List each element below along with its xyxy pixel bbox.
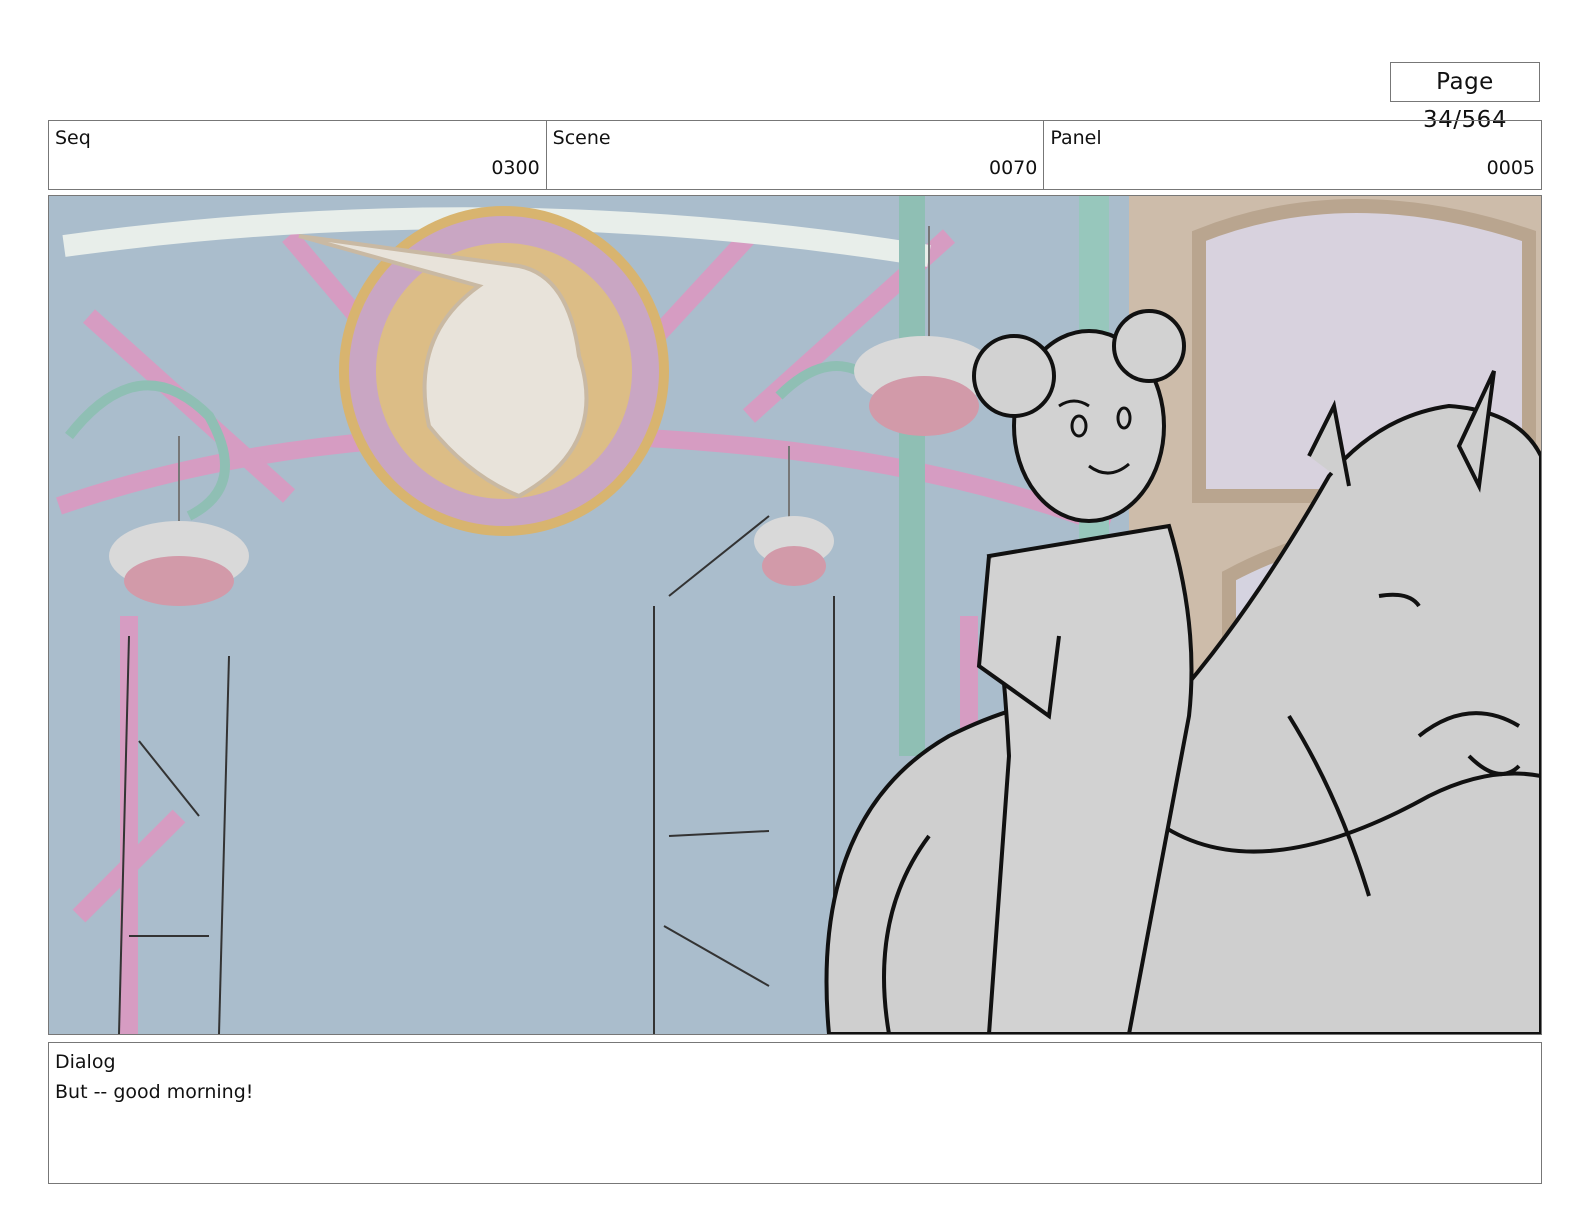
scene-label: Scene — [552, 127, 611, 149]
dialog-label: Dialog — [55, 1051, 116, 1073]
scene-value: 0070 — [988, 157, 1038, 179]
panel-value: 0005 — [1486, 157, 1536, 179]
dialog-text: But -- good morning! — [55, 1081, 254, 1103]
hair-bun-left — [972, 334, 1056, 418]
storyboard-panel — [48, 195, 1542, 1035]
seq-cell: Seq 0300 — [49, 121, 547, 189]
storyboard-drawing — [49, 196, 1541, 1034]
scene-cell: Scene 0070 — [547, 121, 1045, 189]
seq-value: 0300 — [491, 157, 540, 179]
hair-bun-right — [1112, 309, 1186, 383]
seq-label: Seq — [55, 127, 91, 149]
panel-label: Panel — [1050, 127, 1102, 149]
panel-cell: Panel 0005 — [1044, 121, 1541, 189]
dialog-box: Dialog But -- good morning! — [48, 1042, 1542, 1184]
panel-info-header: Seq 0300 Scene 0070 Panel 0005 — [48, 120, 1542, 190]
teal-post — [899, 196, 925, 756]
page-label: Page — [1436, 69, 1494, 95]
page-number-box: Page 34/564 — [1390, 62, 1540, 133]
